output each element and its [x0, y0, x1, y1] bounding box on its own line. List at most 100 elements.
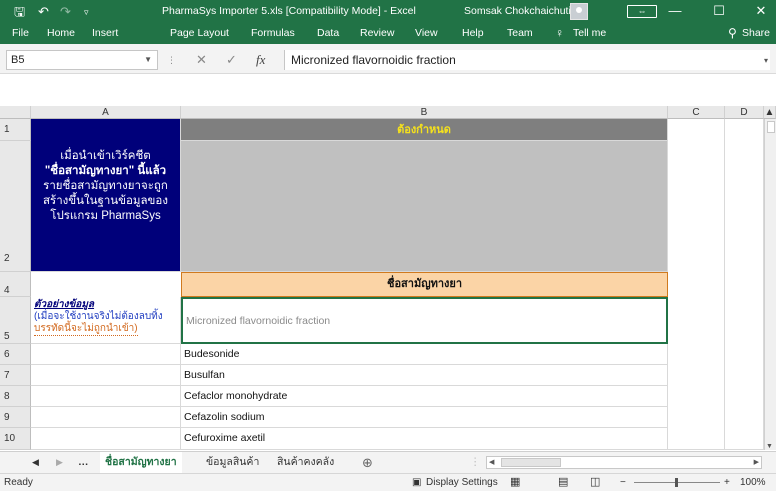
ribbon-gap	[0, 75, 776, 106]
vertical-scrollbar[interactable]: ▼	[764, 119, 776, 450]
instruction-line-3: รายชื่อสามัญทางยาจะถูก	[43, 180, 168, 192]
sample-note-line-1: (เมื่อจะใช้งานจริงไม่ต้องลบทิ้ง	[34, 311, 163, 322]
restore-icon[interactable]: ☐	[706, 0, 732, 22]
formula-input[interactable]: Micronized flavornoidic fraction	[284, 50, 770, 70]
save-icon[interactable]: 🖫	[14, 1, 25, 23]
hscroll-right-icon[interactable]: ▶	[754, 457, 759, 468]
more-options-icon[interactable]: ⋮	[167, 50, 176, 70]
horizontal-scrollbar[interactable]: ◀ ▶	[486, 456, 762, 469]
zoom-in-icon[interactable]: +	[724, 474, 730, 491]
close-icon[interactable]: ✕	[748, 0, 774, 22]
sample-note-cell[interactable]: ตัวอย่างข้อมูล (เมื่อจะใช้งานจริงไม่ต้อง…	[31, 297, 181, 344]
sample-note-line-2: บรรทัดนี้จะไม่ถูกนำเข้า)	[34, 323, 138, 336]
split-handle-icon[interactable]: ⋮	[470, 452, 481, 473]
selected-cell-b5[interactable]: Micronized flavornoidic fraction	[181, 297, 668, 344]
cell-a7[interactable]	[31, 365, 181, 386]
undo-icon[interactable]: ↶	[38, 1, 49, 23]
sheet-tab-products[interactable]: ข้อมูลสินค้า	[206, 452, 259, 473]
tab-help[interactable]: Help	[462, 22, 484, 44]
share-button[interactable]: Share	[742, 22, 770, 44]
cell-a10[interactable]	[31, 428, 181, 450]
column-header-c[interactable]: C	[668, 106, 725, 119]
zoom-out-icon[interactable]: −	[620, 474, 626, 491]
row-header-5[interactable]: 5	[0, 297, 31, 344]
row-header-4[interactable]: 4	[0, 272, 31, 297]
cell-b9[interactable]: Cefazolin sodium	[181, 407, 668, 428]
tab-page-layout[interactable]: Page Layout	[170, 22, 229, 44]
tab-home[interactable]: Home	[47, 22, 75, 44]
minimize-icon[interactable]: —	[662, 0, 688, 22]
scrollbar-thumb[interactable]	[767, 121, 775, 133]
cell-a6[interactable]	[31, 344, 181, 365]
display-settings-button[interactable]: Display Settings	[426, 474, 498, 491]
select-all-corner[interactable]	[0, 106, 31, 119]
normal-view-icon[interactable]: ▦	[510, 474, 520, 491]
name-box-value: B5	[11, 54, 25, 66]
expand-formula-bar-icon[interactable]: ▾	[764, 56, 768, 65]
tab-scroll-left-icon[interactable]: ◀	[32, 452, 39, 473]
chevron-down-icon[interactable]: ▼	[144, 51, 152, 69]
row-header-1[interactable]: 1	[0, 119, 31, 141]
grey-spacer-cell[interactable]	[181, 141, 668, 272]
insert-function-icon[interactable]: fx	[256, 50, 265, 70]
lightbulb-icon: ♀	[555, 26, 564, 40]
column-header-d[interactable]: D	[725, 106, 764, 119]
title-bar: 🖫 ↶ ↷ ▿ PharmaSys Importer 5.xls [Compat…	[0, 0, 776, 44]
share-icon[interactable]: ⚲	[728, 22, 737, 44]
page-break-view-icon[interactable]: ◫	[590, 474, 600, 491]
tab-formulas[interactable]: Formulas	[251, 22, 295, 44]
display-settings-icon[interactable]: ▣	[412, 474, 421, 491]
enter-icon[interactable]: ✓	[226, 50, 237, 70]
column-header-b[interactable]: B	[181, 106, 668, 119]
tab-scroll-right-icon[interactable]: ▶	[56, 452, 63, 473]
column-d-cells[interactable]	[725, 119, 764, 450]
hscroll-thumb[interactable]	[501, 458, 561, 467]
row-header-8[interactable]: 8	[0, 386, 31, 407]
instruction-cell[interactable]: เมื่อนำเข้าเวิร์คชีต "ชื่อสามัญทางยา" นี…	[31, 119, 181, 272]
column-c-cells[interactable]	[668, 119, 725, 450]
instruction-line-4: สร้างขึ้นในฐานข้อมูลของ	[43, 195, 168, 207]
sheet-tab-active[interactable]: ชื่อสามัญทางยา	[100, 452, 182, 475]
row-header-6[interactable]: 6	[0, 344, 31, 365]
redo-icon[interactable]: ↷	[60, 1, 71, 23]
tab-view[interactable]: View	[415, 22, 438, 44]
tab-insert[interactable]: Insert	[92, 22, 118, 44]
instruction-line-1: เมื่อนำเข้าเวิร์คชีต	[60, 150, 151, 162]
add-sheet-icon[interactable]: ⊕	[362, 452, 373, 473]
zoom-slider[interactable]	[634, 478, 720, 487]
ribbon-display-options-icon[interactable]: ⇔	[627, 5, 657, 18]
row-header-7[interactable]: 7	[0, 365, 31, 386]
cell-a8[interactable]	[31, 386, 181, 407]
more-sheets-icon[interactable]: …	[78, 452, 89, 473]
tab-data[interactable]: Data	[317, 22, 339, 44]
tell-me-search[interactable]: Tell me	[573, 22, 606, 44]
sample-note-title: ตัวอย่างข้อมูล	[34, 299, 95, 310]
cell-b6[interactable]: Budesonide	[181, 344, 668, 365]
page-layout-view-icon[interactable]: ▤	[558, 474, 568, 491]
scroll-down-icon[interactable]: ▼	[766, 443, 773, 450]
tab-file[interactable]: File	[12, 22, 29, 44]
user-name[interactable]: Somsak Chokchaichutigul	[464, 0, 585, 22]
user-avatar[interactable]	[570, 3, 588, 20]
cell-b10[interactable]: Cefuroxime axetil	[181, 428, 668, 450]
cancel-icon[interactable]: ✕	[196, 50, 207, 70]
column-heading-cell[interactable]: ชื่อสามัญทางยา	[181, 272, 668, 297]
name-box[interactable]: B5 ▼	[6, 50, 158, 70]
required-label-cell[interactable]: ต้องกำหนด	[181, 119, 668, 141]
hscroll-left-icon[interactable]: ◀	[489, 457, 494, 468]
tab-team[interactable]: Team	[507, 22, 533, 44]
scroll-up-icon[interactable]: ▲	[764, 106, 776, 119]
customize-quick-access-icon[interactable]: ▿	[84, 1, 89, 23]
row-header-10[interactable]: 10	[0, 428, 31, 450]
sheet-tab-inventory[interactable]: สินค้าคงคลัง	[277, 452, 334, 473]
cell-b7[interactable]: Busulfan	[181, 365, 668, 386]
zoom-level[interactable]: 100%	[740, 474, 766, 491]
tab-review[interactable]: Review	[360, 22, 394, 44]
cell-a9[interactable]	[31, 407, 181, 428]
column-header-a[interactable]: A	[31, 106, 181, 119]
window-title: PharmaSys Importer 5.xls [Compatibility …	[162, 5, 416, 17]
row-header-9[interactable]: 9	[0, 407, 31, 428]
row-header-2[interactable]: 2	[0, 141, 31, 272]
zoom-slider-thumb[interactable]	[675, 478, 678, 487]
cell-b8[interactable]: Cefaclor monohydrate	[181, 386, 668, 407]
